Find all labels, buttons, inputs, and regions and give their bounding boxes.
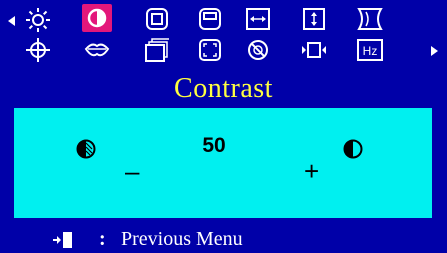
vertical-size-icon[interactable] xyxy=(299,5,329,33)
frequency-icon[interactable]: Hz xyxy=(355,36,385,64)
contrast-icon[interactable] xyxy=(82,4,112,32)
position-icon[interactable] xyxy=(142,5,172,33)
increase-button[interactable]: + xyxy=(304,158,319,184)
high-contrast-icon xyxy=(343,139,363,159)
right-arrow-icon[interactable] xyxy=(431,46,438,56)
size-icon[interactable] xyxy=(195,5,225,33)
previous-menu-label[interactable]: Previous Menu xyxy=(121,226,243,253)
footer-colon: : xyxy=(99,228,106,250)
left-arrow-icon[interactable] xyxy=(8,16,15,26)
frequency-label: Hz xyxy=(363,44,378,58)
decrease-button[interactable]: – xyxy=(125,158,139,184)
adjustment-panel: 50 – + xyxy=(14,108,432,218)
zoom-icon[interactable] xyxy=(195,36,225,64)
color-icon[interactable] xyxy=(82,36,112,64)
low-contrast-icon xyxy=(76,139,96,159)
contrast-value: 50 xyxy=(202,134,226,157)
tilt-icon[interactable] xyxy=(23,36,53,64)
exit-icon[interactable] xyxy=(52,230,74,250)
footer: : Previous Menu xyxy=(0,226,447,253)
horizontal-position-icon[interactable] xyxy=(299,36,329,64)
menu-icon-grid: Hz xyxy=(0,0,447,78)
recall-icon[interactable] xyxy=(142,36,172,64)
menu-title: Contrast xyxy=(174,73,273,104)
degauss-icon[interactable] xyxy=(243,36,273,64)
pincushion-icon[interactable] xyxy=(355,5,385,33)
osd-menu: Hz Contrast 50 – + : Previous Menu xyxy=(0,0,447,253)
brightness-icon[interactable] xyxy=(23,6,53,34)
horizontal-size-icon[interactable] xyxy=(243,5,273,33)
